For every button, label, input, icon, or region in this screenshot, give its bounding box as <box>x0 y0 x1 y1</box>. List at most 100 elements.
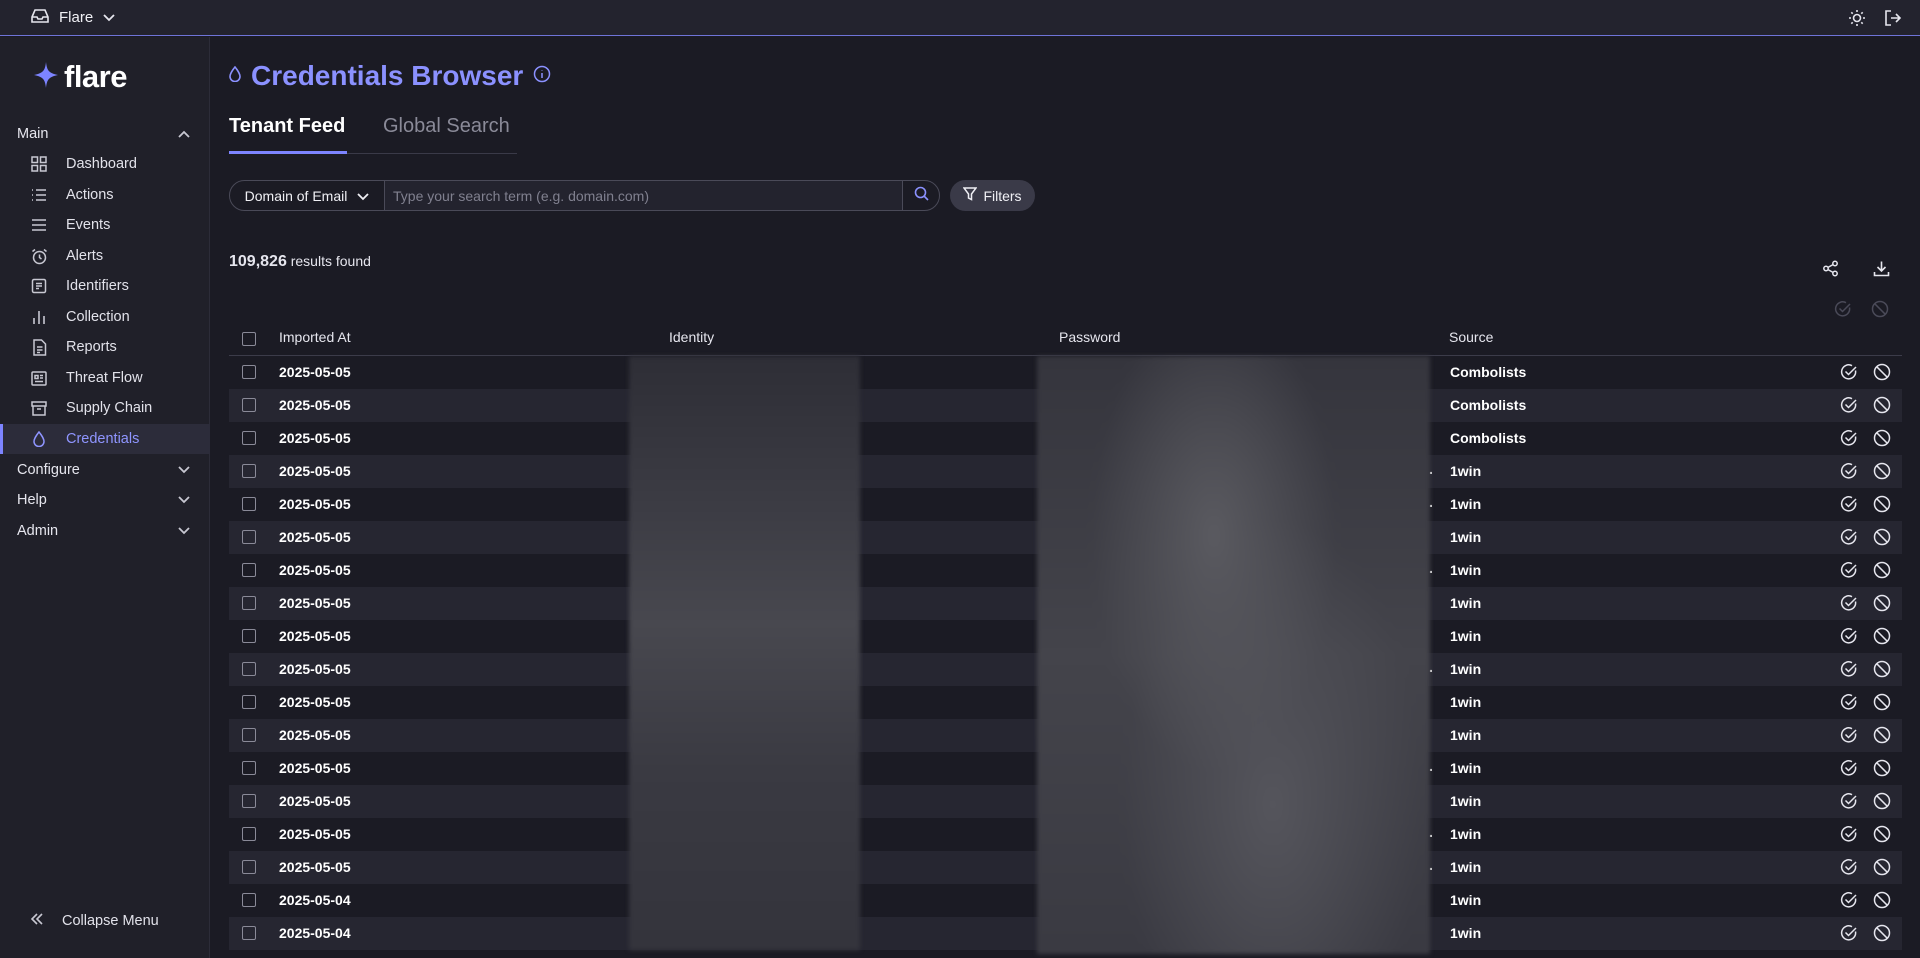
column-header-identity[interactable]: Identity <box>669 329 714 345</box>
row-checkbox[interactable] <box>242 695 256 709</box>
row-checkbox[interactable] <box>242 728 256 742</box>
sidebar-item-alerts[interactable]: Alerts <box>0 241 210 271</box>
tab-tenant-feed[interactable]: Tenant Feed <box>229 115 347 154</box>
search-group: Domain of Email <box>229 180 940 211</box>
imported-at-cell: 2025-05-05 <box>279 826 351 842</box>
bulk-approve-icon[interactable] <box>1832 298 1854 320</box>
ignore-icon[interactable] <box>1872 395 1892 415</box>
theme-toggle-sun-icon[interactable] <box>1846 7 1868 29</box>
filter-icon <box>962 187 978 204</box>
approve-icon[interactable] <box>1839 626 1859 646</box>
org-switcher[interactable]: Flare <box>31 8 115 28</box>
approve-icon[interactable] <box>1839 461 1859 481</box>
search-icon <box>914 186 929 206</box>
ignore-icon[interactable] <box>1872 791 1892 811</box>
ignore-icon[interactable] <box>1872 560 1892 580</box>
row-checkbox[interactable] <box>242 398 256 412</box>
approve-icon[interactable] <box>1839 791 1859 811</box>
search-field-select[interactable]: Domain of Email <box>230 181 385 210</box>
ignore-icon[interactable] <box>1872 659 1892 679</box>
row-checkbox[interactable] <box>242 431 256 445</box>
row-checkbox[interactable] <box>242 794 256 808</box>
sidebar-item-collection[interactable]: Collection <box>0 302 210 332</box>
ignore-icon[interactable] <box>1872 593 1892 613</box>
row-checkbox[interactable] <box>242 365 256 379</box>
approve-icon[interactable] <box>1839 692 1859 712</box>
column-header-imported-at[interactable]: Imported At <box>279 329 351 345</box>
row-checkbox[interactable] <box>242 497 256 511</box>
ignore-icon[interactable] <box>1872 527 1892 547</box>
share-icon[interactable] <box>1819 257 1841 279</box>
approve-icon[interactable] <box>1839 923 1859 943</box>
approve-icon[interactable] <box>1839 890 1859 910</box>
row-checkbox[interactable] <box>242 629 256 643</box>
row-checkbox[interactable] <box>242 827 256 841</box>
ignore-icon[interactable] <box>1872 428 1892 448</box>
ignore-icon[interactable] <box>1872 857 1892 877</box>
ignore-icon[interactable] <box>1872 923 1892 943</box>
approve-icon[interactable] <box>1839 395 1859 415</box>
results-number: 109,826 <box>229 253 287 270</box>
source-cell: 1win <box>1450 496 1482 512</box>
ignore-icon[interactable] <box>1872 461 1892 481</box>
bulk-ignore-icon[interactable] <box>1869 298 1891 320</box>
search-input[interactable] <box>385 181 902 210</box>
approve-icon[interactable] <box>1839 725 1859 745</box>
section-admin[interactable]: Admin <box>0 516 210 546</box>
approve-icon[interactable] <box>1839 593 1859 613</box>
logout-icon[interactable] <box>1882 7 1904 29</box>
ignore-icon[interactable] <box>1872 362 1892 382</box>
sidebar-item-reports[interactable]: Reports <box>0 332 210 362</box>
sidebar-item-actions[interactable]: Actions <box>0 180 210 210</box>
row-checkbox[interactable] <box>242 761 256 775</box>
ignore-icon[interactable] <box>1872 692 1892 712</box>
row-checkbox[interactable] <box>242 893 256 907</box>
ignore-icon[interactable] <box>1872 494 1892 514</box>
section-configure[interactable]: Configure <box>0 455 210 485</box>
column-header-password[interactable]: Password <box>1059 329 1120 345</box>
search-button[interactable] <box>902 181 939 210</box>
row-checkbox[interactable] <box>242 860 256 874</box>
ignore-icon[interactable] <box>1872 824 1892 844</box>
approve-icon[interactable] <box>1839 824 1859 844</box>
approve-icon[interactable] <box>1839 527 1859 547</box>
ignore-icon[interactable] <box>1872 890 1892 910</box>
bar-chart-icon <box>30 308 48 326</box>
sidebar-item-supply-chain[interactable]: Supply Chain <box>0 393 210 423</box>
tab-global-search[interactable]: Global Search <box>383 115 510 154</box>
approve-icon[interactable] <box>1839 659 1859 679</box>
section-main[interactable]: Main <box>0 119 210 149</box>
drop-icon <box>30 430 48 448</box>
row-checkbox[interactable] <box>242 464 256 478</box>
row-checkbox[interactable] <box>242 530 256 544</box>
collapse-menu-button[interactable]: Collapse Menu <box>30 913 159 929</box>
column-header-source[interactable]: Source <box>1449 329 1493 345</box>
sidebar-item-threat-flow[interactable]: Threat Flow <box>0 363 210 393</box>
ignore-icon[interactable] <box>1872 626 1892 646</box>
row-checkbox[interactable] <box>242 596 256 610</box>
section-help[interactable]: Help <box>0 485 210 515</box>
approve-icon[interactable] <box>1839 362 1859 382</box>
ignore-icon[interactable] <box>1872 725 1892 745</box>
sidebar-item-events[interactable]: Events <box>0 210 210 240</box>
approve-icon[interactable] <box>1839 857 1859 877</box>
approve-icon[interactable] <box>1839 758 1859 778</box>
row-checkbox[interactable] <box>242 563 256 577</box>
row-checkbox[interactable] <box>242 662 256 676</box>
filters-button[interactable]: Filters <box>950 180 1035 211</box>
drop-icon <box>229 65 241 87</box>
sidebar-item-identifiers[interactable]: Identifiers <box>0 271 210 301</box>
double-chevron-left-icon <box>30 913 44 929</box>
sidebar-item-dashboard[interactable]: Dashboard <box>0 149 210 179</box>
section-label: Configure <box>17 462 80 478</box>
row-checkbox[interactable] <box>242 926 256 940</box>
approve-icon[interactable] <box>1839 494 1859 514</box>
info-icon[interactable] <box>533 65 551 88</box>
download-icon[interactable] <box>1870 257 1892 279</box>
approve-icon[interactable] <box>1839 560 1859 580</box>
approve-icon[interactable] <box>1839 428 1859 448</box>
ignore-icon[interactable] <box>1872 758 1892 778</box>
select-all-checkbox[interactable] <box>242 332 256 346</box>
flare-logo[interactable]: flare <box>34 59 127 95</box>
sidebar-item-credentials[interactable]: Credentials <box>0 424 210 454</box>
